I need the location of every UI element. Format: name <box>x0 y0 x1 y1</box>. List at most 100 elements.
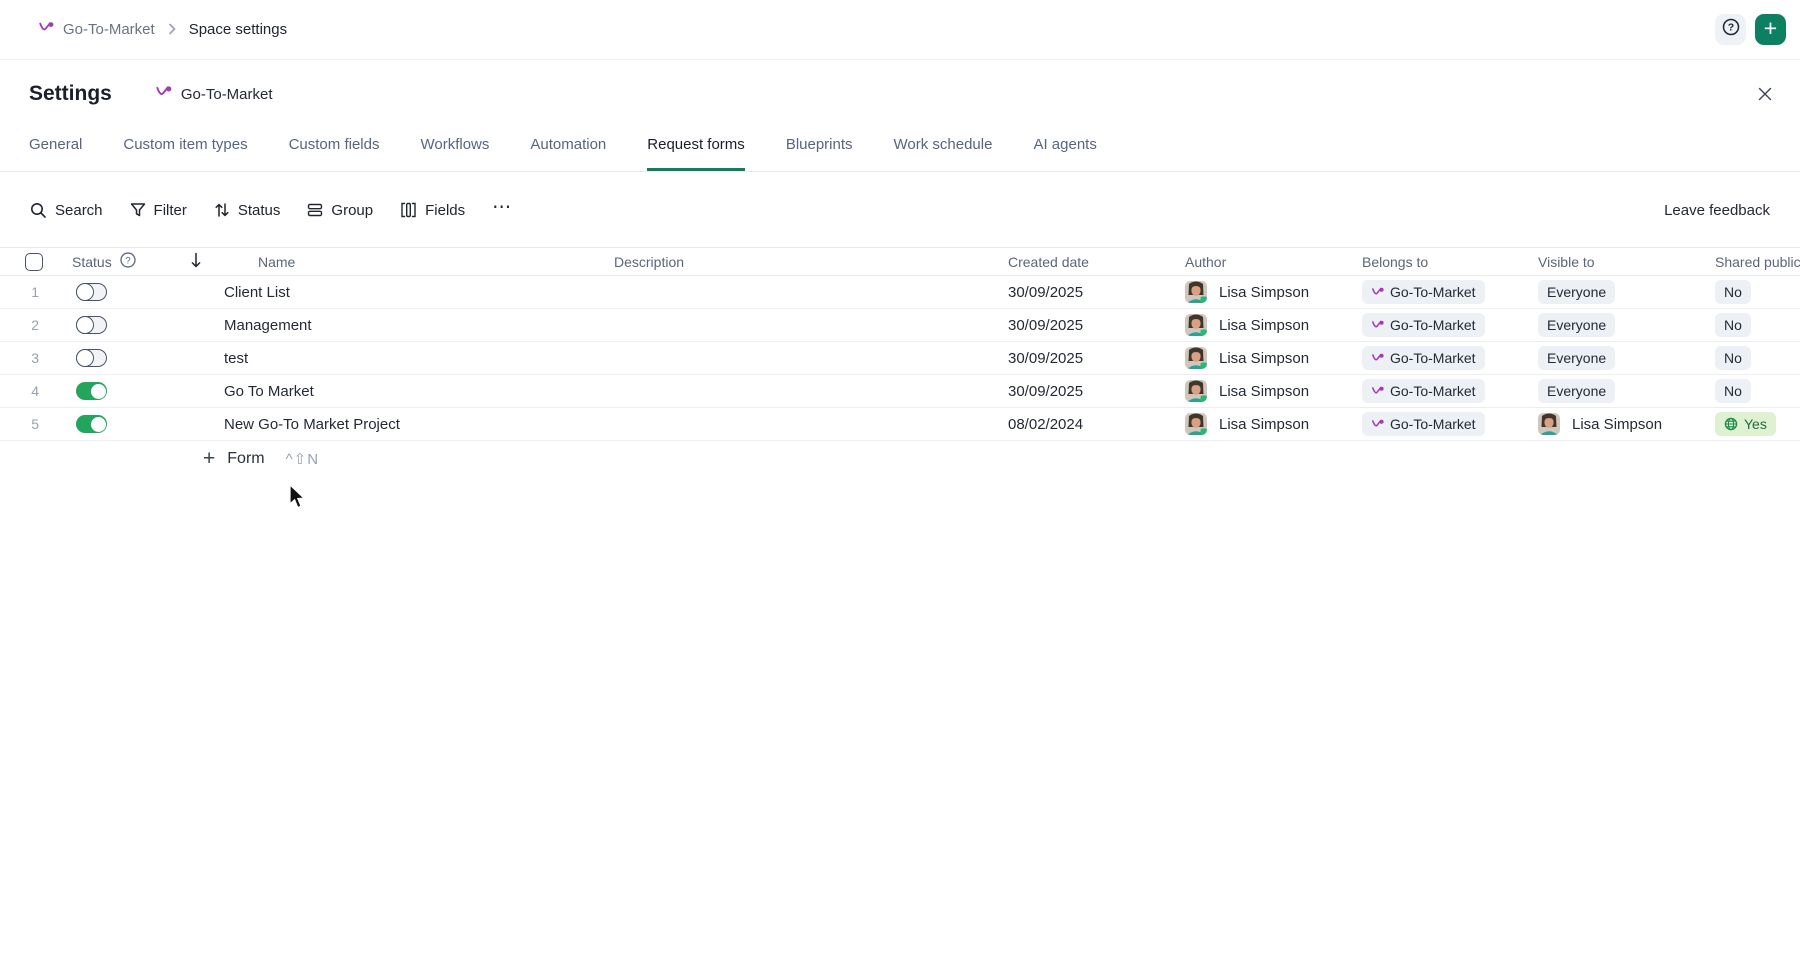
status-toggle[interactable] <box>76 415 107 433</box>
add-form-button[interactable]: + Form <box>203 448 265 469</box>
belongs-to-label: Go-To-Market <box>1390 383 1476 399</box>
status-help-icon[interactable]: ? <box>119 251 137 272</box>
column-header-name[interactable]: Name <box>224 254 614 270</box>
column-header-status[interactable]: Status <box>72 254 112 270</box>
more-options-button[interactable]: ⋯ <box>492 196 512 225</box>
leave-feedback-link[interactable]: Leave feedback <box>1664 202 1770 219</box>
avatar <box>1185 281 1207 303</box>
tab-blueprints[interactable]: Blueprints <box>786 122 853 171</box>
visible-pill: Everyone <box>1538 280 1615 304</box>
created-date: 30/09/2025 <box>1008 317 1185 334</box>
belongs-to-badge[interactable]: Go-To-Market <box>1362 412 1485 436</box>
filter-icon <box>130 202 146 218</box>
group-button[interactable]: Group <box>307 202 373 219</box>
tab-automation[interactable]: Automation <box>530 122 606 171</box>
select-all-checkbox[interactable] <box>25 253 43 271</box>
tab-custom-fields[interactable]: Custom fields <box>289 122 380 171</box>
table-body: 1 Client List 30/09/2025 Lisa Simpson Go… <box>0 276 1800 441</box>
column-header-visible-to[interactable]: Visible to <box>1538 254 1715 270</box>
table-header-row: Status ? Name Description Created date A… <box>0 247 1800 276</box>
settings-tabs: General Custom item types Custom fields … <box>0 122 1800 172</box>
status-sort-button[interactable]: Status <box>214 202 281 219</box>
tab-work-schedule[interactable]: Work schedule <box>894 122 993 171</box>
visible-pill: Everyone <box>1538 379 1615 403</box>
request-forms-table: Status ? Name Description Created date A… <box>0 247 1800 476</box>
fields-button[interactable]: Fields <box>400 202 465 219</box>
table-row[interactable]: 2 Management 30/09/2025 Lisa Simpson Go-… <box>0 309 1800 342</box>
topbar: Go-To-Market Space settings ? + <box>0 0 1800 60</box>
settings-header: Settings Go-To-Market <box>0 60 1800 118</box>
visible-to-label: Everyone <box>1547 383 1606 399</box>
table-row[interactable]: 3 test 30/09/2025 Lisa Simpson Go-To-Mar… <box>0 342 1800 375</box>
tab-general[interactable]: General <box>29 122 82 171</box>
column-header-author[interactable]: Author <box>1185 254 1362 270</box>
column-header-description[interactable]: Description <box>614 254 1008 270</box>
close-icon[interactable] <box>1752 81 1778 107</box>
fields-label: Fields <box>425 202 465 219</box>
status-toggle[interactable] <box>76 316 107 334</box>
breadcrumb: Go-To-Market Space settings <box>38 20 287 40</box>
created-date: 30/09/2025 <box>1008 284 1185 301</box>
tab-ai-agents[interactable]: AI agents <box>1033 122 1096 171</box>
author-name: Lisa Simpson <box>1219 383 1309 400</box>
column-header-created-date[interactable]: Created date <box>1008 254 1185 270</box>
avatar <box>1185 380 1207 402</box>
row-number: 4 <box>0 383 56 399</box>
form-name[interactable]: Client List <box>224 284 614 301</box>
add-button[interactable]: + <box>1755 14 1786 45</box>
status-toggle[interactable] <box>76 283 107 301</box>
table-row[interactable]: 5 New Go-To Market Project 08/02/2024 Li… <box>0 408 1800 441</box>
column-header-belongs-to[interactable]: Belongs to <box>1362 254 1538 270</box>
space-label: Go-To-Market <box>181 86 273 103</box>
form-name[interactable]: New Go-To Market Project <box>224 416 614 433</box>
mouse-cursor <box>288 484 310 510</box>
shared-badge: No <box>1715 313 1751 337</box>
add-form-shortcut: ^⇧N <box>286 450 319 468</box>
created-date: 30/09/2025 <box>1008 350 1185 367</box>
avatar <box>1185 347 1207 369</box>
avatar <box>1538 413 1560 435</box>
sort-descending-icon[interactable] <box>189 252 203 272</box>
table-row[interactable]: 1 Client List 30/09/2025 Lisa Simpson Go… <box>0 276 1800 309</box>
shared-badge: No <box>1715 280 1751 304</box>
shared-badge: No <box>1715 379 1751 403</box>
chevron-right-icon <box>168 22 176 38</box>
breadcrumb-space[interactable]: Go-To-Market <box>63 21 155 38</box>
belongs-to-badge[interactable]: Go-To-Market <box>1362 346 1485 370</box>
filter-button[interactable]: Filter <box>130 202 187 219</box>
visible-to-user: Lisa Simpson <box>1572 416 1662 433</box>
form-name[interactable]: Management <box>224 317 614 334</box>
plus-icon: + <box>203 448 215 469</box>
avatar <box>1185 413 1207 435</box>
column-header-shared-publicly[interactable]: Shared publicly <box>1715 254 1800 270</box>
belongs-to-label: Go-To-Market <box>1390 284 1476 300</box>
globe-icon <box>1724 417 1738 431</box>
help-button[interactable]: ? <box>1715 14 1746 45</box>
shared-label: No <box>1724 383 1742 399</box>
status-toggle[interactable] <box>76 382 107 400</box>
question-circle-icon: ? <box>1721 17 1741 42</box>
fields-icon <box>400 202 417 218</box>
belongs-to-badge[interactable]: Go-To-Market <box>1362 379 1485 403</box>
status-toggle[interactable] <box>76 349 107 367</box>
form-name[interactable]: test <box>224 350 614 367</box>
shared-label: No <box>1724 284 1742 300</box>
tab-request-forms[interactable]: Request forms <box>647 122 745 171</box>
visible-pill: Everyone <box>1538 313 1615 337</box>
belongs-to-badge[interactable]: Go-To-Market <box>1362 280 1485 304</box>
belongs-to-badge[interactable]: Go-To-Market <box>1362 313 1485 337</box>
author-name: Lisa Simpson <box>1219 416 1309 433</box>
table-row[interactable]: 4 Go To Market 30/09/2025 Lisa Simpson G… <box>0 375 1800 408</box>
space-icon <box>1371 286 1384 299</box>
tab-custom-item-types[interactable]: Custom item types <box>123 122 247 171</box>
svg-text:?: ? <box>1727 22 1733 34</box>
form-name[interactable]: Go To Market <box>224 383 614 400</box>
visible-to-label: Everyone <box>1547 317 1606 333</box>
visible-pill: Everyone <box>1538 346 1615 370</box>
tab-workflows[interactable]: Workflows <box>420 122 489 171</box>
author-name: Lisa Simpson <box>1219 350 1309 367</box>
table-toolbar: Search Filter Status Group Fields ⋯ Leav… <box>0 190 1800 230</box>
author-name: Lisa Simpson <box>1219 317 1309 334</box>
add-form-row: + Form ^⇧N <box>0 441 1800 476</box>
search-button[interactable]: Search <box>30 202 103 219</box>
